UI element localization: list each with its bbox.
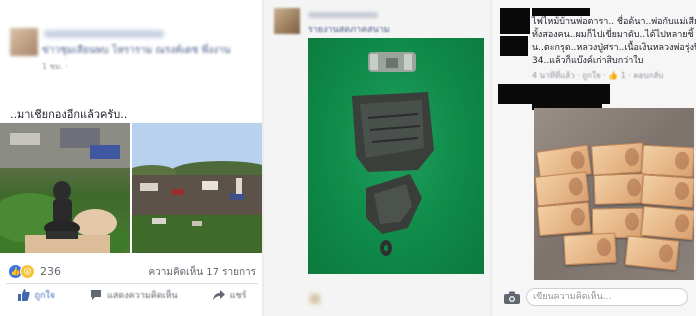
post-title: รายงานสดภาคสนาม [308, 25, 390, 35]
comment-icon [91, 290, 102, 300]
dump-site-photo[interactable] [132, 123, 264, 253]
amulet-photo[interactable] [0, 123, 130, 253]
censor-bar [498, 84, 610, 104]
comment-label: แสดงความคิดเห็น [107, 291, 178, 301]
banknote [640, 205, 694, 241]
blurred-name [44, 30, 164, 38]
comment-line: ไฟไหม้บ้านพ่อตารา.. ชื่อด้นา..พ่อกับแม่เ… [532, 17, 696, 27]
wow-reaction-icon: 😮 [20, 264, 35, 279]
like-label: ถูกใจ [34, 291, 56, 301]
divider [6, 283, 258, 284]
censor-bar [532, 8, 590, 16]
dump-site-art [132, 123, 264, 253]
like-button[interactable]: ถูกใจ [17, 288, 56, 302]
facebook-post-2: รายงานสดภาคสนาม [264, 0, 492, 316]
banknote [591, 142, 645, 176]
banknote [536, 201, 592, 237]
page-name[interactable]: ข่าวชุมเลียนพบ โหราราม ณรงค์เดช พึ่งงาน [42, 43, 230, 58]
post-actions: ถูกใจ แสดงความคิดเห็น แชร์ [0, 288, 264, 302]
reaction-count: 236 [40, 265, 61, 278]
post-timestamp[interactable]: 1 ชม. · [42, 60, 68, 73]
blurred-name [308, 12, 378, 18]
censor-bar [500, 36, 528, 56]
amulet-items-art [352, 52, 434, 256]
comment-input[interactable]: เขียนความคิดเห็น... [526, 288, 688, 306]
comment-line: น..ตะกรุด..หลวงปู่ศรา..เนื้อเงินหลวงพ่อร… [532, 43, 696, 53]
thumbs-up-icon [17, 289, 30, 301]
comments-count[interactable]: ความคิดเห็น 17 รายการ [148, 265, 256, 280]
censor-bar [500, 8, 530, 34]
banknote [593, 173, 647, 205]
banknote [641, 174, 694, 208]
avatar[interactable] [274, 8, 300, 34]
comment-composer: เขียนความคิดเห็น... [500, 286, 690, 310]
banknote [624, 235, 680, 271]
share-label: แชร์ [229, 291, 247, 301]
camera-icon[interactable] [504, 291, 520, 304]
comment-meta[interactable]: 4 นาทีที่แล้ว · ถูกใจ · 👍 1 · ตอบกลับ [532, 69, 663, 82]
share-icon [212, 290, 225, 300]
banknotes-photo[interactable] [534, 108, 694, 280]
amulet-items-photo[interactable] [308, 38, 484, 274]
facebook-comment-thread: ไฟไหม้บ้านพ่อตารา.. ชื่อด้นา..พ่อกับแม่เ… [492, 0, 696, 316]
comment-text: ไฟไหม้บ้านพ่อตารา.. ชื่อด้นา..พ่อกับแม่เ… [532, 16, 696, 68]
comment-button[interactable]: แสดงความคิดเห็น [90, 288, 178, 302]
comment-line: ทั้งสองคน..ผมก็ไปเขี่ยมาดับ..ได้ไปหลายชิ… [532, 30, 694, 40]
facebook-post-1: ข่าวชุมเลียนพบ โหราราม ณรงค์เดช พึ่งงาน … [0, 0, 264, 316]
comment-line: 34..แล้วก็แบ๊งค์เก่าสิบกว่าใบ [532, 56, 644, 66]
blurred-avatar [310, 294, 320, 304]
banknote [534, 171, 590, 207]
share-button[interactable]: แชร์ [212, 288, 247, 302]
amulet-photo-art [0, 123, 130, 253]
post-text: ..มาเชียกองอีกแล้วครับ.. [10, 108, 128, 121]
banknote [641, 144, 694, 178]
banknote [563, 232, 617, 266]
avatar[interactable] [10, 28, 38, 56]
reaction-summary[interactable]: 👍 😮 236 [8, 264, 61, 279]
